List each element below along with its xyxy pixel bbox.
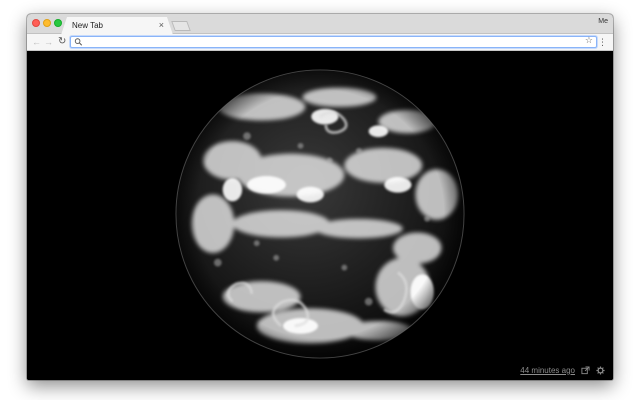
forward-arrow-icon[interactable]: → xyxy=(44,35,53,49)
window-close-button[interactable] xyxy=(32,19,40,27)
tab-new-tab[interactable]: New Tab × xyxy=(61,17,173,35)
tab-title: New Tab xyxy=(72,21,103,30)
star-icon[interactable]: ☆ xyxy=(585,35,593,46)
gear-icon[interactable] xyxy=(596,365,605,375)
address-bar[interactable]: ☆ xyxy=(70,35,597,48)
vertical-dots-icon[interactable]: ⋮ xyxy=(598,36,607,48)
new-tab-page: 44 minutes ago xyxy=(27,51,613,380)
new-tab-button[interactable] xyxy=(171,21,191,31)
external-link-icon[interactable] xyxy=(581,365,590,375)
reload-icon[interactable]: ↻ xyxy=(58,35,66,49)
window-minimize-button[interactable] xyxy=(43,19,51,27)
image-footer: 44 minutes ago xyxy=(520,365,605,375)
back-arrow-icon[interactable]: ← xyxy=(32,35,41,49)
browser-window: New Tab × Me ← → ↻ ☆ ⋮ 44 minutes ago xyxy=(27,14,613,380)
browser-toolbar: ← → ↻ ☆ ⋮ xyxy=(27,34,613,51)
address-input[interactable] xyxy=(85,37,575,47)
earth-image xyxy=(175,69,465,359)
tab-close-icon[interactable]: × xyxy=(159,20,164,30)
profile-button[interactable]: Me xyxy=(598,18,608,25)
window-maximize-button[interactable] xyxy=(54,19,62,27)
search-icon xyxy=(74,38,83,46)
timestamp-link[interactable]: 44 minutes ago xyxy=(520,366,575,375)
tab-strip: New Tab × Me xyxy=(27,14,613,34)
